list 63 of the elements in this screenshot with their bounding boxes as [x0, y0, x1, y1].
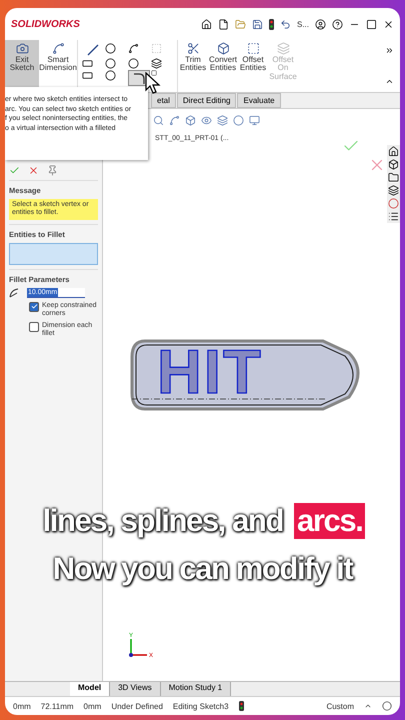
undo-icon[interactable] [280, 18, 291, 30]
ribbon-tab[interactable]: Direct Editing [176, 93, 236, 108]
zoom-icon[interactable] [153, 115, 164, 126]
folder-icon[interactable] [388, 172, 399, 183]
offset-entities-button[interactable]: Offset Entities [238, 40, 268, 92]
rectangle-tool-icon[interactable] [82, 58, 93, 69]
status-field: Editing Sketch3 [172, 702, 229, 710]
trim-entities-button[interactable]: Trim Entities [178, 40, 208, 92]
display-icon[interactable] [217, 115, 228, 126]
status-field: 0mm [13, 702, 31, 710]
dashed-square-icon [246, 42, 260, 55]
ok-icon[interactable] [9, 165, 20, 176]
layer-tool-icon[interactable] [151, 58, 162, 69]
new-file-icon[interactable] [218, 18, 229, 30]
caption-text: arcs. [294, 503, 366, 539]
bottom-tab[interactable]: 3D Views [110, 682, 161, 696]
circle-tool-icon[interactable] [105, 43, 116, 54]
expand-icon[interactable] [385, 46, 394, 55]
collapse-icon[interactable] [385, 77, 394, 86]
ribbon-tab[interactable]: Evaluate [237, 93, 281, 108]
pin-icon[interactable] [47, 165, 58, 176]
entities-list-field[interactable] [9, 242, 98, 265]
spline-tool-icon[interactable] [128, 43, 139, 54]
smart-dimension-button[interactable]: Smart Dimension [39, 40, 77, 92]
save-icon[interactable] [252, 18, 263, 30]
scissors-icon [186, 42, 200, 55]
units-selector[interactable]: Custom [326, 702, 354, 710]
open-folder-icon[interactable] [234, 18, 246, 30]
checkbox[interactable] [29, 322, 39, 332]
caret-icon[interactable] [364, 702, 372, 710]
help-icon[interactable] [332, 18, 343, 30]
layers-icon [276, 42, 290, 55]
status-field: 72.11mm [40, 702, 74, 710]
ribbon-tab[interactable]: etal [151, 93, 176, 108]
view-icon[interactable] [201, 115, 212, 126]
traffic-light-icon[interactable] [268, 18, 274, 30]
bottom-tab[interactable]: Motion Study 1 [160, 682, 232, 696]
app-logo: SOLIDWORKS [11, 18, 80, 30]
caption-text: lines, splines, and [42, 503, 286, 539]
camera-icon [16, 42, 28, 55]
point-tool-icon[interactable] [151, 70, 157, 76]
convert-entities-button[interactable]: Convert Entities [208, 40, 238, 92]
status-field: Under Defined [111, 702, 163, 710]
document-title: S... [296, 20, 309, 28]
monitor-icon[interactable] [249, 115, 260, 126]
user-icon[interactable] [315, 18, 326, 30]
home-icon[interactable] [200, 18, 212, 30]
sketch-lettering: HIT [157, 342, 263, 404]
curve-icon [52, 42, 64, 55]
home-view-icon[interactable] [388, 146, 399, 157]
status-field: 0mm [84, 702, 102, 710]
cube-icon [216, 42, 230, 55]
caption-text: Now you can modify it [50, 551, 356, 587]
cancel-icon[interactable] [28, 165, 39, 176]
parts-icon[interactable] [388, 159, 399, 170]
close-icon[interactable] [383, 18, 394, 30]
color-icon[interactable] [388, 198, 399, 209]
maximize-icon[interactable] [366, 18, 377, 30]
bottom-tab[interactable]: Model [70, 682, 110, 696]
checkbox[interactable] [29, 302, 39, 312]
traffic-light-icon [238, 701, 244, 711]
radius-icon [9, 288, 21, 298]
slot-tool-icon[interactable] [82, 70, 93, 81]
